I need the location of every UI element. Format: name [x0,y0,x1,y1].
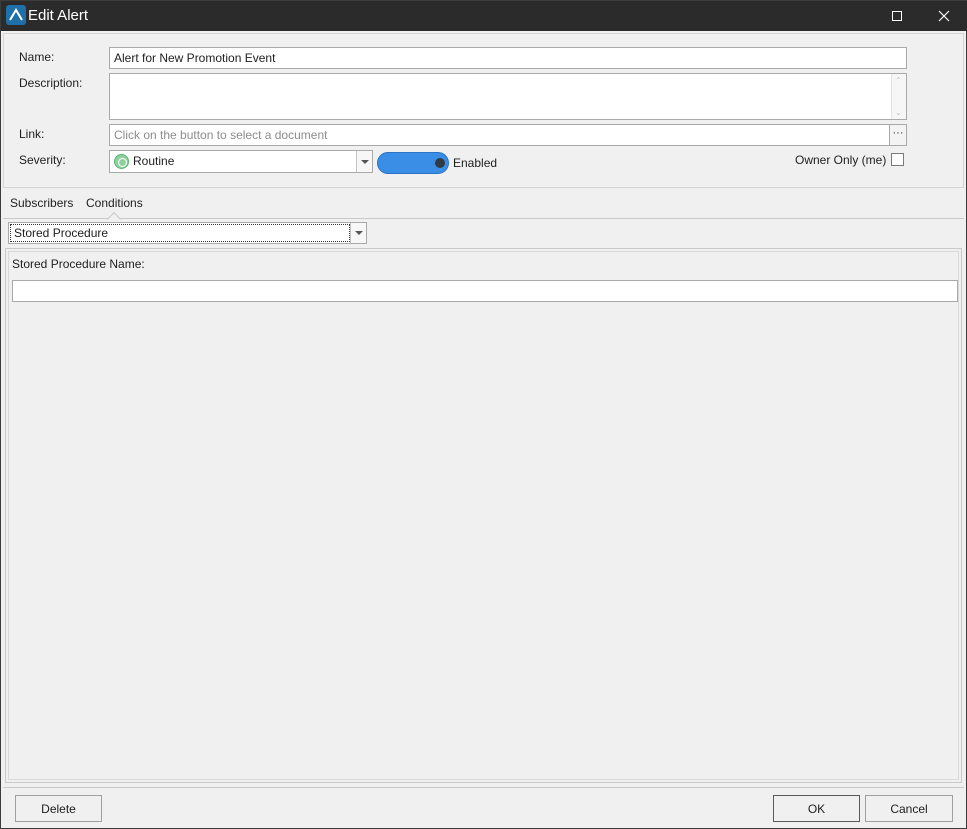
name-value: Alert for New Promotion Event [114,51,276,65]
stored-procedure-name-input[interactable] [12,280,958,302]
description-textarea[interactable]: ⌃ ⌄ [109,73,907,120]
chevron-down-icon [360,159,369,164]
enabled-label: Enabled [453,156,498,170]
app-logo-icon [6,5,26,25]
close-icon [938,10,950,22]
alert-details-panel: Name: Alert for New Promotion Event Desc… [3,33,964,188]
enabled-toggle[interactable] [377,152,449,174]
link-input[interactable]: Click on the button to select a document [109,124,890,146]
maximize-icon [892,11,902,21]
severity-dropdown[interactable]: Routine [109,150,373,173]
condition-type-value: Stored Procedure [14,226,109,240]
condition-type-dropdown-button[interactable] [350,223,366,243]
window-title: Edit Alert [28,7,89,24]
tab-conditions[interactable]: Conditions [86,196,143,210]
cancel-button[interactable]: Cancel [865,795,953,822]
stored-procedure-name-label: Stored Procedure Name: [12,257,145,271]
condition-type-value-box: Stored Procedure [10,224,350,242]
conditions-inner-panel: Stored Procedure Name: [8,251,959,780]
name-input[interactable]: Alert for New Promotion Event [109,47,907,69]
owner-only-checkbox[interactable] [891,153,904,166]
severity-dropdown-button[interactable] [356,151,372,172]
scroll-down-icon: ⌄ [895,108,902,117]
link-label: Link: [19,127,45,141]
dialog-footer: Delete OK Cancel [3,787,964,827]
chevron-down-icon [354,231,363,235]
scroll-up-icon: ⌃ [895,76,902,85]
description-label: Description: [19,76,83,90]
link-placeholder: Click on the button to select a document [114,128,328,142]
tab-bar: Subscribers Conditions [3,191,964,227]
maximize-button[interactable] [874,1,920,31]
close-button[interactable] [921,1,967,31]
severity-label: Severity: [19,153,66,167]
delete-button[interactable]: Delete [15,795,102,822]
toggle-knob [435,158,445,168]
conditions-panel: Stored Procedure Name: [5,248,962,783]
title-bar: Edit Alert [1,1,967,31]
delete-button-label: Delete [41,801,76,816]
ellipsis-icon: ··· [892,127,904,139]
description-scrollbar[interactable]: ⌃ ⌄ [891,74,906,119]
ok-button[interactable]: OK [773,795,860,822]
ok-button-label: OK [807,801,826,816]
owner-only-label: Owner Only (me) [795,153,887,167]
severity-routine-icon [114,154,129,169]
tab-subscribers[interactable]: Subscribers [10,196,73,210]
select-document-button[interactable]: ··· [889,124,907,146]
cancel-button-label: Cancel [890,801,928,816]
name-label: Name: [19,50,55,64]
edit-alert-window: Edit Alert Name: Alert for New Promotion… [0,0,967,829]
condition-type-dropdown[interactable]: Stored Procedure [8,222,367,244]
severity-value: Routine [133,154,175,168]
